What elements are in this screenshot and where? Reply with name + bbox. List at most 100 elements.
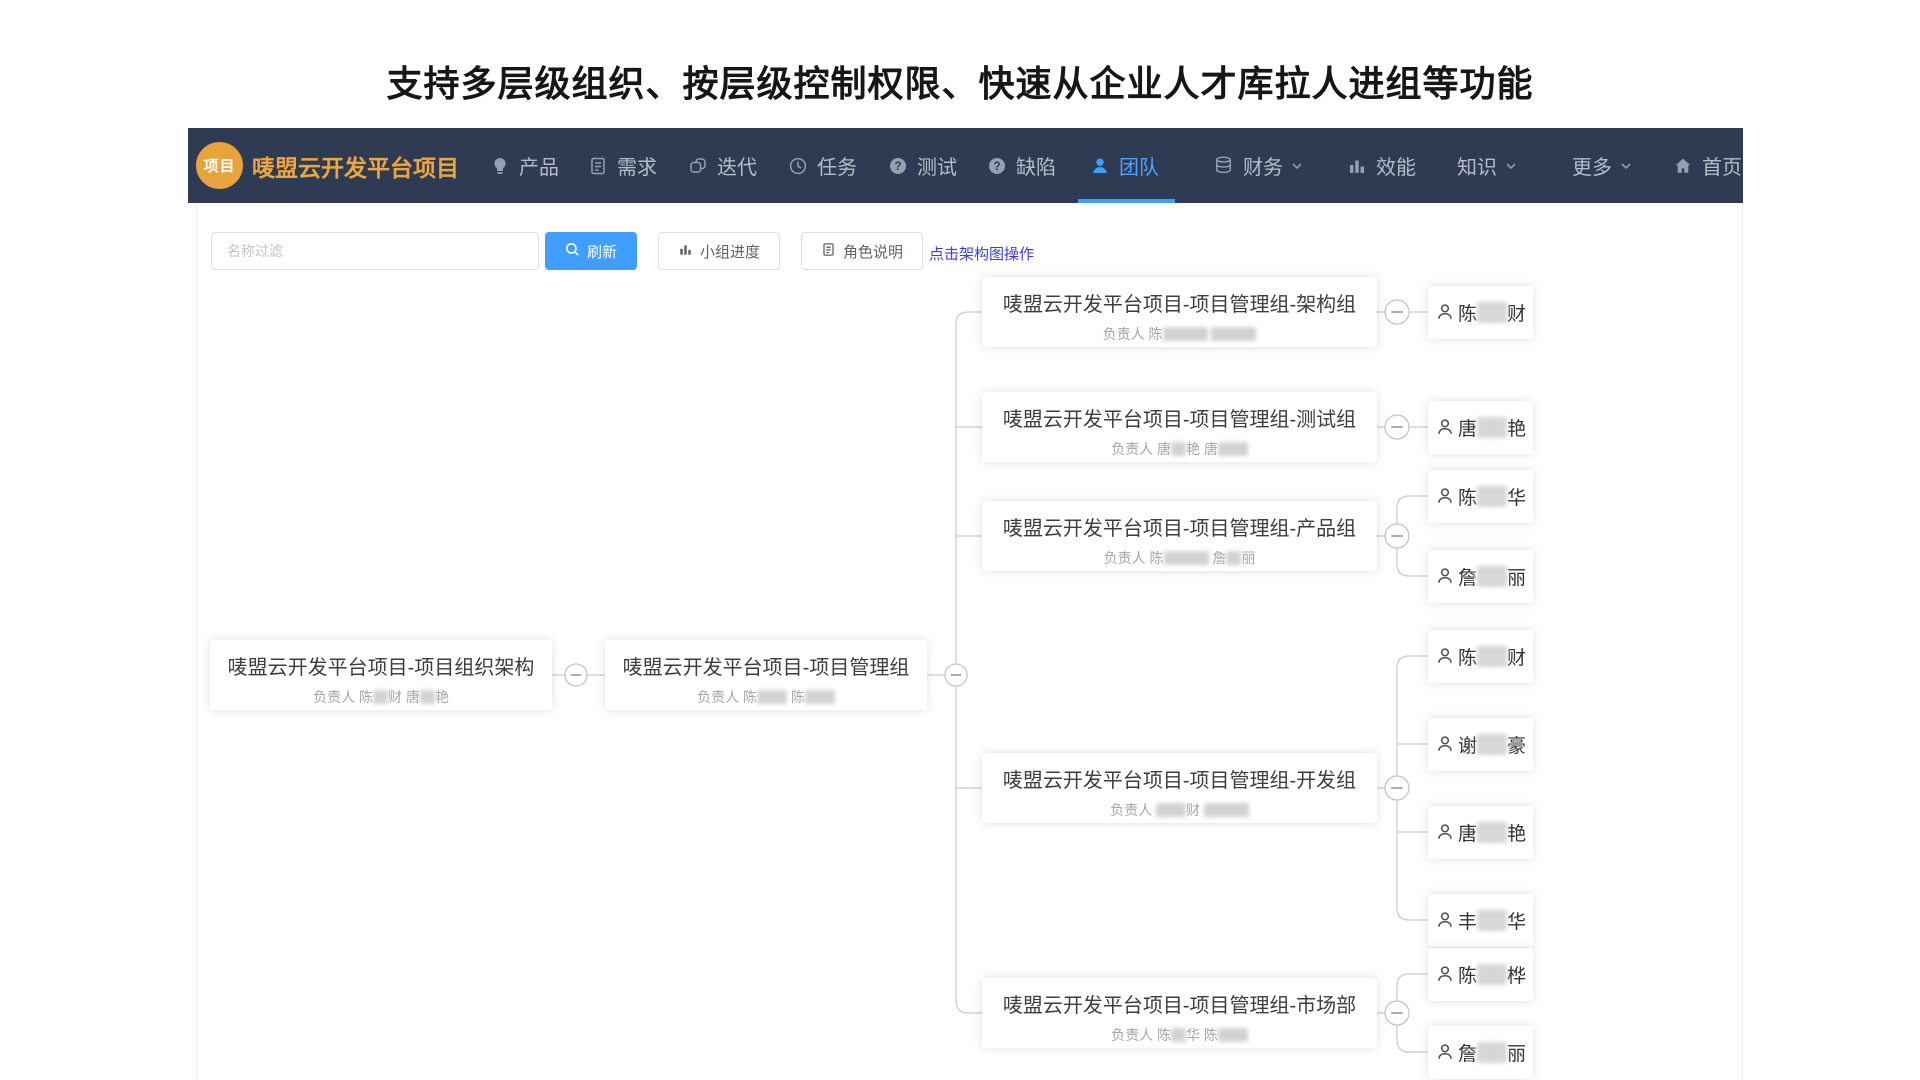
org-node-group-1[interactable]: 唛盟云开发平台项目-项目管理组-测试组负责人 唐艳 唐 <box>982 392 1377 462</box>
search-icon <box>565 242 580 261</box>
nav-item-3[interactable]: 任务 <box>788 128 857 203</box>
nav-item-2[interactable]: 迭代 <box>688 128 757 203</box>
nav-item-1[interactable]: 需求 <box>588 128 657 203</box>
nav-item-9[interactable]: 知识 <box>1457 128 1518 203</box>
person-icon <box>1435 417 1455 437</box>
collapse-toggle[interactable] <box>1385 1001 1409 1025</box>
member-name: 丰华 <box>1458 907 1526 934</box>
page-title: 支持多层级组织、按层级控制权限、快速从企业人才库拉人进组等功能 <box>0 55 1920 107</box>
project-logo-badge: 项目 <box>196 142 243 189</box>
question-icon: ? <box>888 156 908 176</box>
person-icon <box>1435 910 1455 930</box>
person-icon <box>1435 302 1455 322</box>
node-title: 唛盟云开发平台项目-项目管理组 <box>605 651 927 680</box>
collapse-toggle[interactable] <box>565 664 587 686</box>
member-name: 谢豪 <box>1458 731 1526 758</box>
member-node-3-2[interactable]: 唐艳 <box>1428 806 1533 859</box>
censored-text <box>1477 822 1507 843</box>
nav-item-10[interactable]: 更多 <box>1572 128 1633 203</box>
project-name: 唛盟云开发平台项目 <box>252 128 459 203</box>
chart-operation-link[interactable]: 点击架构图操作 <box>929 243 1034 264</box>
censored-text <box>1171 1028 1186 1042</box>
database-icon <box>1213 155 1234 176</box>
org-node-group-0[interactable]: 唛盟云开发平台项目-项目管理组-架构组负责人 陈 <box>982 277 1377 347</box>
team-icon <box>1090 156 1110 176</box>
collapse-toggle[interactable] <box>1385 300 1409 324</box>
nav-item-6-active[interactable]: 团队 <box>1090 128 1159 203</box>
member-node-4-1[interactable]: 詹丽 <box>1428 1026 1533 1079</box>
member-node-2-0[interactable]: 陈华 <box>1428 470 1533 523</box>
censored-text <box>1477 646 1507 667</box>
node-title: 唛盟云开发平台项目-项目管理组-开发组 <box>982 764 1377 793</box>
censored-text <box>1226 551 1241 565</box>
censored-text <box>1156 803 1186 817</box>
collapse-toggle[interactable] <box>1385 776 1409 800</box>
org-node-group-3[interactable]: 唛盟云开发平台项目-项目管理组-开发组负责人 财 <box>982 753 1377 823</box>
censored-text <box>1477 486 1507 507</box>
org-node-manager[interactable]: 唛盟云开发平台项目-项目管理组负责人 陈 陈 <box>605 640 927 710</box>
org-node-group-4[interactable]: 唛盟云开发平台项目-项目管理组-市场部负责人 陈华 陈 <box>982 978 1377 1048</box>
name-filter-input[interactable] <box>211 232 539 270</box>
bar-chart-icon <box>678 242 693 261</box>
document-icon <box>588 156 608 176</box>
node-leaders: 负责人 陈财 唐艳 <box>210 687 552 707</box>
node-title: 唛盟云开发平台项目-项目管理组-产品组 <box>982 512 1377 541</box>
node-title: 唛盟云开发平台项目-项目管理组-测试组 <box>982 403 1377 432</box>
refresh-button[interactable]: 刷新 <box>545 232 637 270</box>
person-icon <box>1435 964 1455 984</box>
member-node-3-0[interactable]: 陈财 <box>1428 630 1533 683</box>
member-name: 陈华 <box>1458 483 1526 510</box>
censored-text <box>757 690 787 704</box>
iteration-icon <box>688 156 708 176</box>
person-icon <box>1435 734 1455 754</box>
member-node-0-0[interactable]: 陈财 <box>1428 286 1533 339</box>
member-name: 陈桦 <box>1458 961 1526 988</box>
censored-text <box>1477 1042 1507 1063</box>
node-leaders: 负责人 陈 陈 <box>605 687 927 707</box>
nav-item-5[interactable]: ?缺陷 <box>987 128 1056 203</box>
member-node-2-1[interactable]: 詹丽 <box>1428 550 1533 603</box>
top-navbar: 项目 唛盟云开发平台项目 产品需求迭代任务 ?测试 ?缺陷团队财务效能知识更多首页 <box>188 128 1743 203</box>
censored-text <box>1477 910 1507 931</box>
nav-item-7[interactable]: 财务 <box>1213 128 1304 203</box>
node-leaders: 负责人 陈 詹丽 <box>982 548 1377 568</box>
censored-text <box>1218 442 1248 456</box>
question-icon: ? <box>987 156 1007 176</box>
role-description-button[interactable]: 角色说明 <box>801 232 923 270</box>
person-icon <box>1435 646 1455 666</box>
collapse-toggle[interactable] <box>1385 415 1409 439</box>
censored-text <box>1171 442 1186 456</box>
org-node-group-2[interactable]: 唛盟云开发平台项目-项目管理组-产品组负责人 陈 詹丽 <box>982 501 1377 571</box>
censored-text <box>1477 417 1507 438</box>
censored-text <box>1477 964 1507 985</box>
collapse-toggle[interactable] <box>1385 524 1409 548</box>
censored-text <box>420 690 435 704</box>
person-icon <box>1435 1042 1455 1062</box>
censored-text <box>1477 734 1507 755</box>
person-icon <box>1435 822 1455 842</box>
chevron-down-icon <box>1619 159 1633 173</box>
member-name: 唐艳 <box>1458 414 1526 441</box>
lightbulb-icon <box>490 156 510 176</box>
member-node-1-0[interactable]: 唐艳 <box>1428 401 1533 454</box>
nav-item-0[interactable]: 产品 <box>490 128 559 203</box>
nav-item-8[interactable]: 效能 <box>1347 128 1416 203</box>
censored-text <box>1211 327 1256 341</box>
clock-icon <box>788 156 808 176</box>
group-progress-button[interactable]: 小组进度 <box>658 232 780 270</box>
node-leaders: 负责人 陈华 陈 <box>982 1025 1377 1045</box>
censored-text <box>805 690 835 704</box>
document-icon <box>821 242 836 261</box>
member-name: 陈财 <box>1458 643 1526 670</box>
collapse-toggle[interactable] <box>945 664 967 686</box>
censored-text <box>1477 566 1507 587</box>
member-node-3-3[interactable]: 丰华 <box>1428 894 1533 947</box>
org-node-root[interactable]: 唛盟云开发平台项目-项目组织架构负责人 陈财 唐艳 <box>210 640 552 710</box>
member-node-4-0[interactable]: 陈桦 <box>1428 948 1533 1001</box>
member-node-3-1[interactable]: 谢豪 <box>1428 718 1533 771</box>
member-name: 陈财 <box>1458 299 1526 326</box>
nav-item-4[interactable]: ?测试 <box>888 128 957 203</box>
node-title: 唛盟云开发平台项目-项目组织架构 <box>210 651 552 680</box>
person-icon <box>1435 566 1455 586</box>
nav-item-11[interactable]: 首页 <box>1673 128 1742 203</box>
